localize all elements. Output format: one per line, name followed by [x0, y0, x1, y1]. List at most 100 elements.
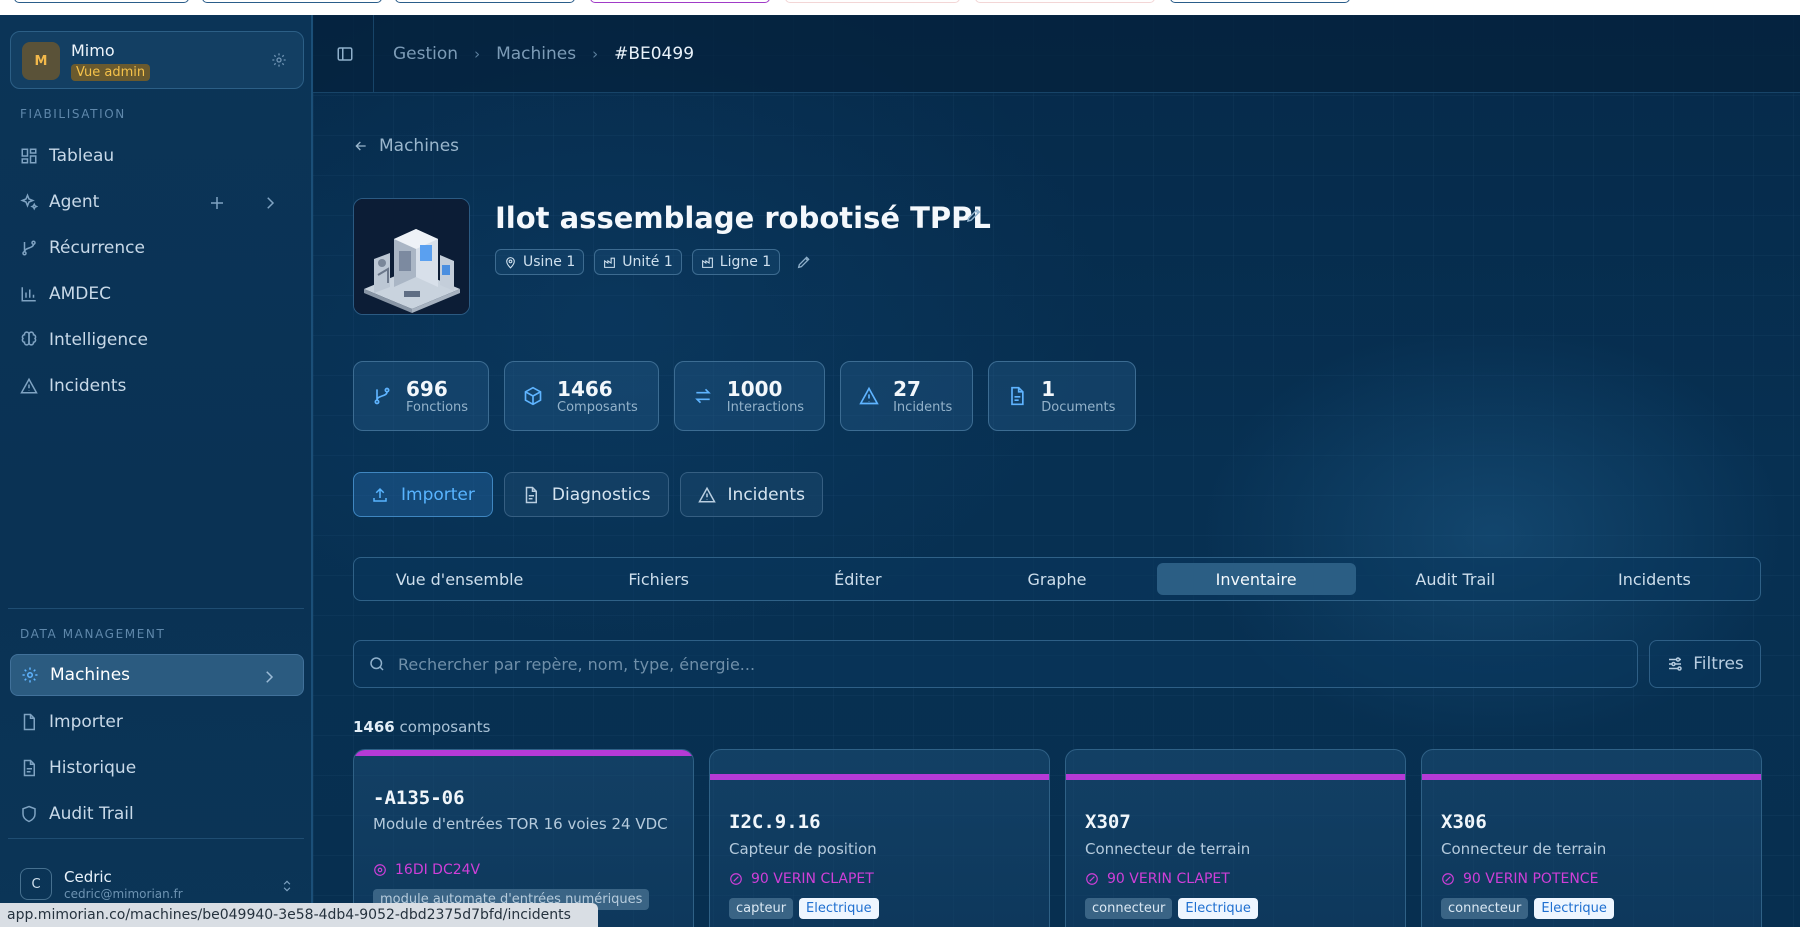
component-desc: Capteur de position	[729, 840, 877, 858]
browser-tab[interactable]	[785, 0, 960, 3]
chevron-right-icon: ›	[474, 45, 481, 63]
tab-audit-trail[interactable]: Audit Trail	[1356, 563, 1555, 595]
energy-chip: Electrique	[799, 898, 879, 919]
sidebar-item-incidents[interactable]: Incidents	[10, 365, 304, 407]
function-label: 90 VERIN CLAPET	[1107, 871, 1230, 887]
edit-pencil-icon[interactable]	[965, 206, 983, 224]
tab-vue-ensemble[interactable]: Vue d'ensemble	[360, 563, 559, 595]
energy-chip: Electrique	[1534, 898, 1614, 919]
stat-interactions[interactable]: 1000 Interactions	[673, 361, 826, 431]
search-icon	[370, 657, 384, 671]
button-label: Incidents	[727, 484, 805, 505]
section-label-data-management: DATA MANAGEMENT	[20, 627, 166, 641]
breadcrumb-machines[interactable]: Machines	[496, 44, 576, 64]
chevron-up-down-icon	[283, 880, 291, 892]
location-tag-label: Unité 1	[622, 254, 673, 270]
sidebar-item-amdec[interactable]: AMDEC	[10, 273, 304, 315]
function-label: 16DI DC24V	[395, 862, 481, 878]
sidebar-item-audit-trail[interactable]: Audit Trail	[10, 793, 304, 835]
plus-icon[interactable]	[208, 194, 226, 212]
sidebar-item-machines[interactable]: Machines	[10, 654, 304, 696]
type-chip: connecteur	[1441, 898, 1529, 919]
function-label: 90 VERIN CLAPET	[751, 871, 874, 887]
tab-fichiers[interactable]: Fichiers	[559, 563, 758, 595]
warning-icon	[20, 377, 38, 394]
stat-fonctions[interactable]: 696 Fonctions	[353, 361, 490, 431]
accent-bar	[710, 774, 1049, 780]
component-function: 90 VERIN CLAPET	[1085, 871, 1230, 887]
sidebar-item-importer[interactable]: Importer	[10, 701, 304, 743]
button-label: Importer	[401, 484, 475, 505]
function-icon	[730, 873, 742, 885]
component-grid: -A135-06 Module d'entrées TOR 16 voies 2…	[353, 749, 1762, 927]
tab-editer[interactable]: Éditer	[758, 563, 957, 595]
breadcrumb-current: #BE0499	[614, 44, 695, 64]
sidebar-item-label: Incidents	[49, 376, 127, 396]
location-tags: Usine 1 Unité 1 Ligne 1	[495, 249, 812, 275]
sliders-icon	[1669, 657, 1682, 671]
browser-tab[interactable]	[14, 0, 189, 3]
sidebar-divider	[8, 838, 304, 839]
cube-icon	[524, 386, 542, 406]
grid-icon	[21, 148, 37, 164]
browser-tab[interactable]	[395, 0, 575, 3]
chevron-right-icon[interactable]	[261, 194, 279, 212]
back-link[interactable]: Machines	[353, 136, 459, 156]
search-bar	[353, 640, 1638, 688]
count-number: 1466	[353, 718, 395, 736]
browser-tab[interactable]	[1170, 0, 1350, 3]
sidebar-item-tableau[interactable]: Tableau	[10, 135, 304, 177]
sidebar-divider	[8, 608, 304, 609]
stat-value: 1466	[557, 376, 613, 401]
tab-inventaire[interactable]: Inventaire	[1156, 563, 1356, 595]
import-button[interactable]: Importer	[353, 472, 493, 517]
stat-incidents[interactable]: 27 Incidents	[840, 361, 974, 431]
divider	[373, 15, 374, 93]
profile-card[interactable]: M Mimo Vue admin	[10, 31, 304, 89]
edit-pencil-icon[interactable]	[796, 254, 812, 270]
sidebar-item-label: Intelligence	[49, 330, 148, 350]
location-tag-label: Ligne 1	[719, 254, 772, 270]
tab-incidents[interactable]: Incidents	[1555, 563, 1754, 595]
filters-button[interactable]: Filtres	[1649, 640, 1761, 688]
component-card[interactable]: I2C.9.16 Capteur de position 90 VERIN CL…	[709, 749, 1050, 927]
browser-tab[interactable]	[202, 0, 382, 3]
incidents-button[interactable]: Incidents	[679, 472, 823, 517]
breadcrumb-gestion[interactable]: Gestion	[393, 44, 458, 64]
diagnostics-button[interactable]: Diagnostics	[503, 472, 669, 517]
gear-icon[interactable]	[271, 52, 287, 68]
stats-row: 696 Fonctions 1466 Composants 1000 Interact…	[353, 361, 1137, 431]
sidebar-item-recurrence[interactable]: Récurrence	[10, 227, 304, 269]
component-desc: Connecteur de terrain	[1441, 840, 1607, 858]
location-tag-label: Usine 1	[523, 254, 576, 270]
type-chip: connecteur	[1085, 898, 1173, 919]
component-chips: capteur Electrique	[729, 898, 879, 919]
stat-composants[interactable]: 1466 Composants	[504, 361, 659, 431]
bar-chart-icon	[21, 287, 36, 302]
stat-value: 1	[1041, 376, 1056, 401]
stat-label: Incidents	[893, 399, 953, 415]
component-card[interactable]: -A135-06 Module d'entrées TOR 16 voies 2…	[353, 749, 694, 927]
map-pin-icon	[506, 256, 515, 269]
sidebar-item-intelligence[interactable]: Intelligence	[10, 319, 304, 361]
component-function: 90 VERIN POTENCE	[1441, 871, 1598, 887]
component-card[interactable]: X307 Connecteur de terrain 90 VERIN CLAP…	[1065, 749, 1406, 927]
sidebar-item-historique[interactable]: Historique	[10, 747, 304, 789]
browser-tab[interactable]	[590, 0, 770, 3]
branch-icon	[22, 240, 36, 256]
component-count: 1466 composants	[353, 718, 490, 736]
sidebar-item-label: Historique	[49, 758, 137, 778]
location-tag-usine: Usine 1	[495, 249, 585, 275]
document-icon	[525, 486, 537, 503]
stat-documents[interactable]: 1 Documents	[988, 361, 1137, 431]
sidebar-item-agent[interactable]: Agent	[10, 181, 304, 223]
browser-tab[interactable]	[975, 0, 1155, 3]
accent-bar	[354, 750, 693, 756]
sidebar-item-label: Tableau	[49, 146, 115, 166]
component-card[interactable]: X306 Connecteur de terrain 90 VERIN POTE…	[1421, 749, 1762, 927]
search-input[interactable]	[398, 654, 1598, 674]
upload-icon	[373, 487, 387, 502]
tab-graphe[interactable]: Graphe	[957, 563, 1156, 595]
function-icon	[1442, 873, 1454, 885]
sidebar-toggle-icon[interactable]	[336, 45, 354, 63]
